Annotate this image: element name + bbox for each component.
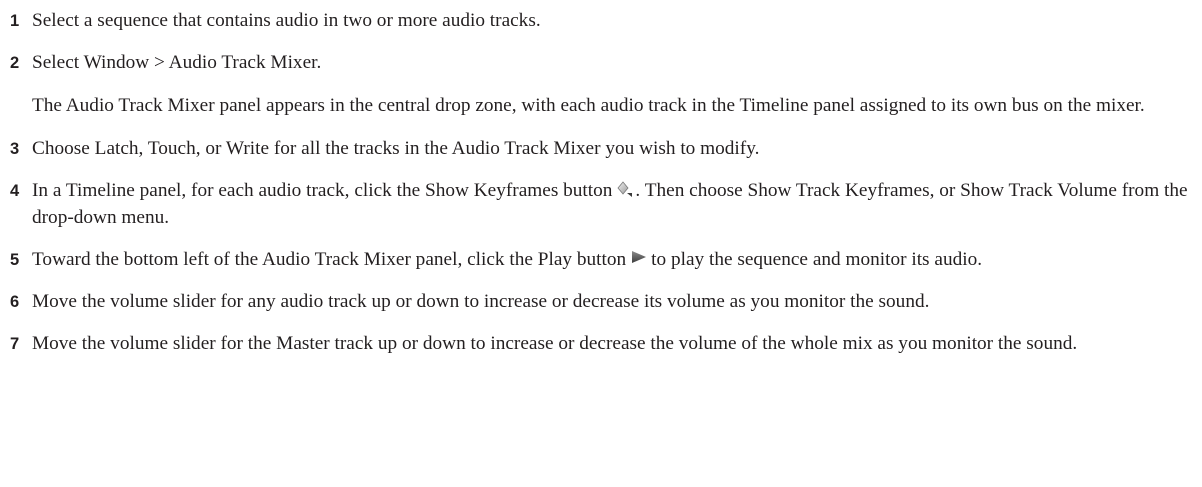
step-text-before: Toward the bottom left of the Audio Trac… bbox=[32, 248, 627, 270]
step-6: 6 Move the volume slider for any audio t… bbox=[10, 289, 1198, 315]
step-text: Move the volume slider for the Master tr… bbox=[32, 333, 1078, 355]
step-text: Choose Latch, Touch, or Write for all th… bbox=[32, 138, 760, 159]
instruction-document: 1 Select a sequence that contains audio … bbox=[10, 8, 1198, 357]
step-text-before: In a Timeline panel, for each audio trac… bbox=[32, 180, 613, 201]
show-keyframes-icon bbox=[616, 179, 633, 205]
step-text: Toward the bottom left of the Audio Trac… bbox=[32, 247, 1198, 274]
step-number: 1 bbox=[10, 12, 20, 30]
step-number: 5 bbox=[10, 250, 20, 269]
step-number: 7 bbox=[10, 335, 20, 354]
step-number: 2 bbox=[10, 54, 20, 72]
step-text: In a Timeline panel, for each audio trac… bbox=[32, 178, 1198, 231]
play-icon bbox=[630, 247, 648, 273]
step-4: 4 In a Timeline panel, for each audio tr… bbox=[10, 178, 1198, 231]
step-text: Move the volume slider for any audio tra… bbox=[32, 291, 930, 313]
step-number: 4 bbox=[10, 182, 20, 200]
step-text: Select Window > Audio Track Mixer. bbox=[32, 52, 322, 73]
step-number: 6 bbox=[10, 293, 20, 312]
step-5: 5 Toward the bottom left of the Audio Tr… bbox=[10, 247, 1198, 274]
step-text-after: to play the sequence and monitor its aud… bbox=[651, 248, 983, 270]
step-3: 3 Choose Latch, Touch, or Write for all … bbox=[10, 136, 1198, 162]
step-7: 7 Move the volume slider for the Master … bbox=[10, 331, 1198, 357]
step-number: 3 bbox=[10, 140, 20, 158]
step-2: 2 Select Window > Audio Track Mixer. bbox=[10, 50, 1198, 76]
step-1: 1 Select a sequence that contains audio … bbox=[10, 8, 1198, 34]
step-text: Select a sequence that contains audio in… bbox=[32, 10, 541, 31]
step-2-note: The Audio Track Mixer panel appears in t… bbox=[32, 95, 1145, 116]
